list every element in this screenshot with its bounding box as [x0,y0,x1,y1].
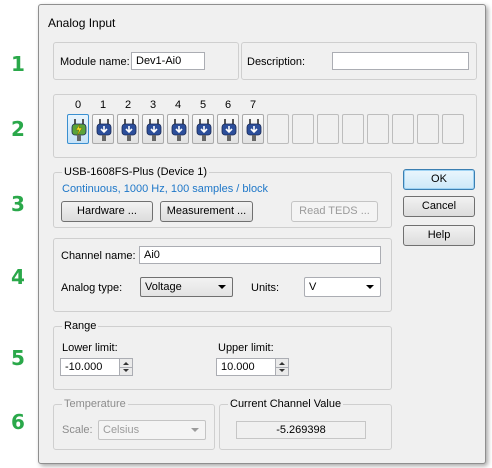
module-name-field[interactable]: Dev1-Ai0 [131,52,205,70]
channel-number-3: 3 [149,99,157,111]
plug-icon [96,119,112,141]
empty-channel-slot [267,114,289,144]
lower-limit-field[interactable]: -10.000 [60,358,120,376]
empty-channel-slot [317,114,339,144]
lower-limit-label: Lower limit: [62,342,118,354]
channel-name-field[interactable]: Ai0 [139,246,381,264]
ok-button[interactable]: OK [403,169,475,190]
channel-tile-0[interactable] [67,114,89,144]
channel-number-2: 2 [124,99,132,111]
module-name-label: Module name: [60,56,130,68]
dialog-title: Analog Input [48,16,116,30]
device-status: Continuous, 1000 Hz, 100 samples / block [62,183,269,195]
chevron-down-icon [191,428,199,432]
upper-limit-field[interactable]: 10.000 [216,358,276,376]
scale-select[interactable]: Celsius [98,420,206,440]
empty-channel-slot [342,114,364,144]
channel-tile-5[interactable] [192,114,214,144]
lower-limit-spinner[interactable] [119,358,133,376]
arrow-down-icon [279,369,285,372]
arrow-down-icon [123,369,129,372]
arrow-up-icon [123,362,129,365]
step-number-5: 5 [11,346,25,370]
plug-icon [246,119,262,141]
description-field[interactable] [332,52,469,70]
current-value-title: Current Channel Value [228,398,344,410]
empty-channel-slot [442,114,464,144]
help-button[interactable]: Help [403,225,475,246]
hardware-button[interactable]: Hardware ... [61,201,153,222]
plug-icon [121,119,137,141]
read-teds-button[interactable]: Read TEDS ... [291,201,378,222]
empty-channel-slot [367,114,389,144]
step-number-2: 2 [11,117,25,141]
chevron-down-icon [366,285,374,289]
range-title: Range [62,320,99,332]
upper-limit-label: Upper limit: [218,342,274,354]
scale-label: Scale: [62,424,93,436]
units-value: V [309,281,317,293]
channel-tile-4[interactable] [167,114,189,144]
current-value-display: -5.269398 [236,421,366,439]
empty-channel-slot [417,114,439,144]
channel-number-6: 6 [224,99,232,111]
analog-type-label: Analog type: [61,282,123,294]
empty-channel-slot [392,114,414,144]
channel-tile-1[interactable] [92,114,114,144]
scale-value: Celsius [103,424,140,436]
channel-tile-2[interactable] [117,114,139,144]
channel-tile-3[interactable] [142,114,164,144]
chevron-down-icon [218,285,226,289]
channel-number-0: 0 [74,99,82,111]
step-number-1: 1 [11,52,25,76]
temperature-title: Temperature [62,398,128,410]
channel-tile-7[interactable] [242,114,264,144]
plug-icon [171,119,187,141]
step-number-4: 4 [11,265,25,289]
plug-icon [221,119,237,141]
channel-number-1: 1 [99,99,107,111]
units-select[interactable]: V [304,277,381,297]
units-label: Units: [251,282,280,294]
analog-type-value: Voltage [145,281,182,293]
channel-number-4: 4 [174,99,182,111]
empty-channel-slot [292,114,314,144]
upper-limit-spinner[interactable] [275,358,289,376]
channel-tile-6[interactable] [217,114,239,144]
channel-name-label: Channel name: [61,250,136,262]
cancel-button[interactable]: Cancel [403,196,475,217]
step-number-6: 6 [11,410,25,434]
plug-icon [196,119,212,141]
channel-number-7: 7 [249,99,257,111]
analog-type-select[interactable]: Voltage [140,277,233,297]
description-label: Description: [247,56,306,68]
arrow-up-icon [279,362,285,365]
channel-number-5: 5 [199,99,207,111]
plug-lightning-icon [71,119,87,141]
step-number-3: 3 [11,192,25,216]
plug-icon [146,119,162,141]
measurement-button[interactable]: Measurement ... [160,201,253,222]
device-title: USB-1608FS-Plus (Device 1) [62,166,210,178]
